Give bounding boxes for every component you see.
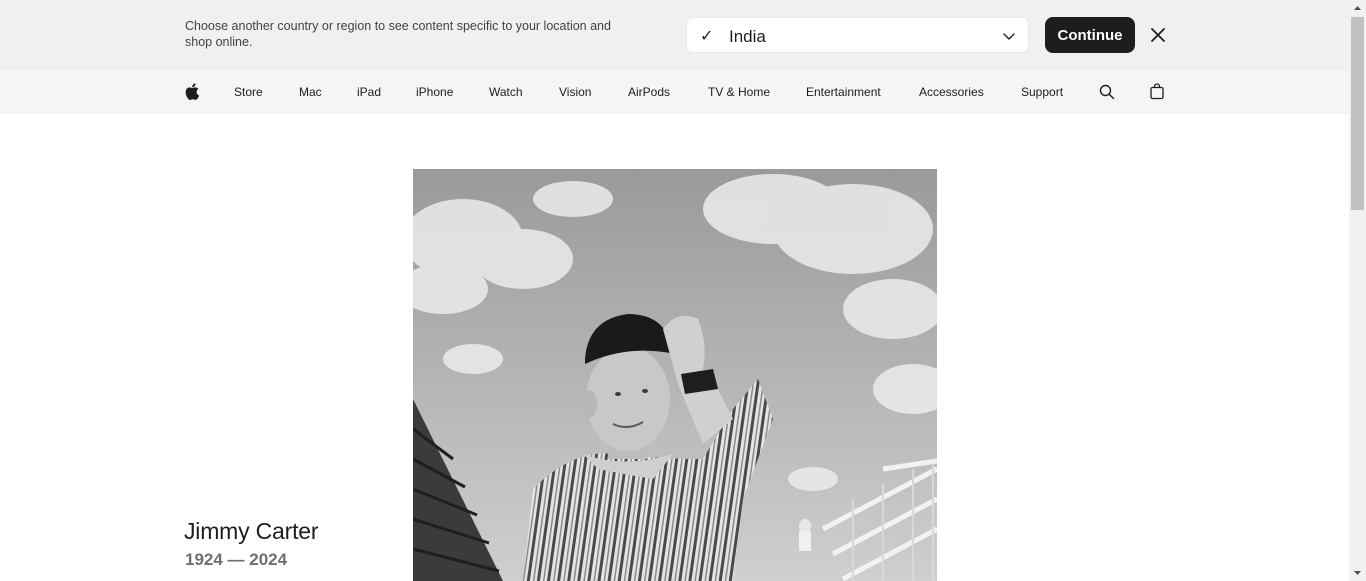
nav-item-mac[interactable]: Mac [299, 85, 322, 99]
nav-item-tv-home[interactable]: TV & Home [708, 85, 770, 99]
nav-item-airpods[interactable]: AirPods [628, 85, 670, 99]
shopping-bag-icon[interactable] [1150, 83, 1164, 100]
locale-banner: Choose another country or region to see … [0, 0, 1349, 70]
nav-item-vision[interactable]: Vision [559, 85, 591, 99]
nav-item-store[interactable]: Store [234, 85, 263, 99]
memorial-photo-image [413, 169, 937, 581]
region-select-value: India [729, 27, 766, 46]
check-icon: ✓ [700, 28, 714, 45]
memorial-name: Jimmy Carter [184, 518, 319, 544]
search-icon[interactable] [1099, 84, 1115, 100]
nav-item-accessories[interactable]: Accessories [919, 85, 984, 99]
continue-button[interactable]: Continue [1045, 17, 1135, 53]
scrollbar-thumb[interactable] [1351, 17, 1364, 210]
apple-logo-icon[interactable] [185, 83, 199, 100]
memorial-years: 1924 — 2024 [185, 550, 288, 569]
region-select[interactable]: ✓ India [686, 17, 1029, 53]
close-banner-button[interactable] [1148, 25, 1168, 45]
scroll-up-arrow-icon[interactable] [1349, 0, 1366, 17]
nav-item-watch[interactable]: Watch [489, 85, 523, 99]
vertical-scrollbar[interactable] [1349, 0, 1366, 581]
close-icon [1151, 28, 1165, 42]
nav-item-iphone[interactable]: iPhone [416, 85, 453, 99]
nav-item-ipad[interactable]: iPad [357, 85, 381, 99]
global-nav: Store Mac iPad iPhone Watch Vision AirPo… [0, 70, 1349, 114]
chevron-down-icon [1003, 33, 1015, 40]
nav-item-support[interactable]: Support [1021, 85, 1063, 99]
locale-message: Choose another country or region to see … [185, 19, 611, 49]
memorial-photo [413, 169, 937, 581]
browser-viewport: Choose another country or region to see … [0, 0, 1349, 581]
scroll-down-arrow-icon[interactable] [1349, 564, 1366, 581]
nav-item-entertainment[interactable]: Entertainment [806, 85, 881, 99]
